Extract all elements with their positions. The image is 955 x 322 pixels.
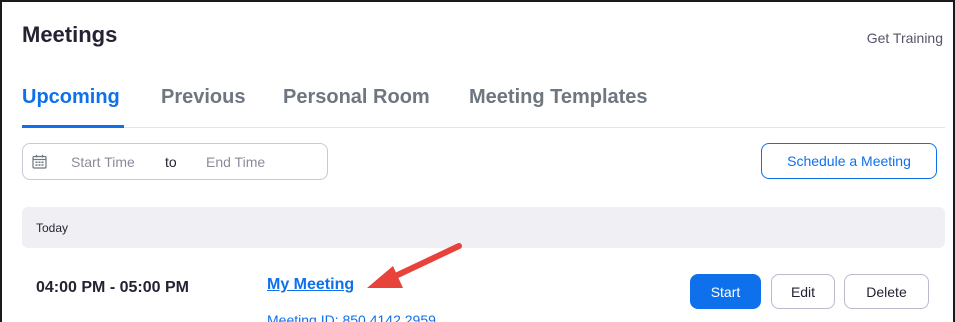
- meeting-id: Meeting ID: 850 4142 2959: [267, 312, 436, 322]
- end-time-input[interactable]: End Time: [206, 154, 265, 170]
- tab-upcoming[interactable]: Upcoming: [22, 86, 120, 109]
- get-training-link[interactable]: Get Training: [867, 30, 943, 46]
- page-title: Meetings: [22, 22, 118, 47]
- start-meeting-button[interactable]: Start: [690, 274, 761, 309]
- active-tab-indicator: [22, 125, 124, 128]
- delete-meeting-button[interactable]: Delete: [844, 274, 929, 309]
- tab-meeting-templates[interactable]: Meeting Templates: [469, 86, 648, 109]
- annotation-arrow-icon: [367, 243, 462, 288]
- tab-personal-room[interactable]: Personal Room: [283, 86, 430, 109]
- date-range-separator: to: [165, 154, 177, 170]
- meetings-page: Meetings Get Training Upcoming Previous …: [0, 0, 955, 322]
- calendar-icon: [32, 154, 47, 169]
- meeting-time: 04:00 PM - 05:00 PM: [36, 279, 189, 296]
- edit-meeting-button[interactable]: Edit: [771, 274, 835, 309]
- schedule-meeting-button[interactable]: Schedule a Meeting: [761, 143, 937, 179]
- tab-previous[interactable]: Previous: [161, 86, 245, 109]
- meeting-topic-link[interactable]: My Meeting: [267, 276, 354, 294]
- start-time-input[interactable]: Start Time: [71, 154, 135, 170]
- day-group-label: Today: [36, 221, 69, 235]
- meeting-tabs: Upcoming Previous Personal Room Meeting …: [22, 86, 945, 128]
- date-range-filter[interactable]: Start Time to End Time: [22, 143, 328, 180]
- day-group-header: Today: [22, 207, 945, 248]
